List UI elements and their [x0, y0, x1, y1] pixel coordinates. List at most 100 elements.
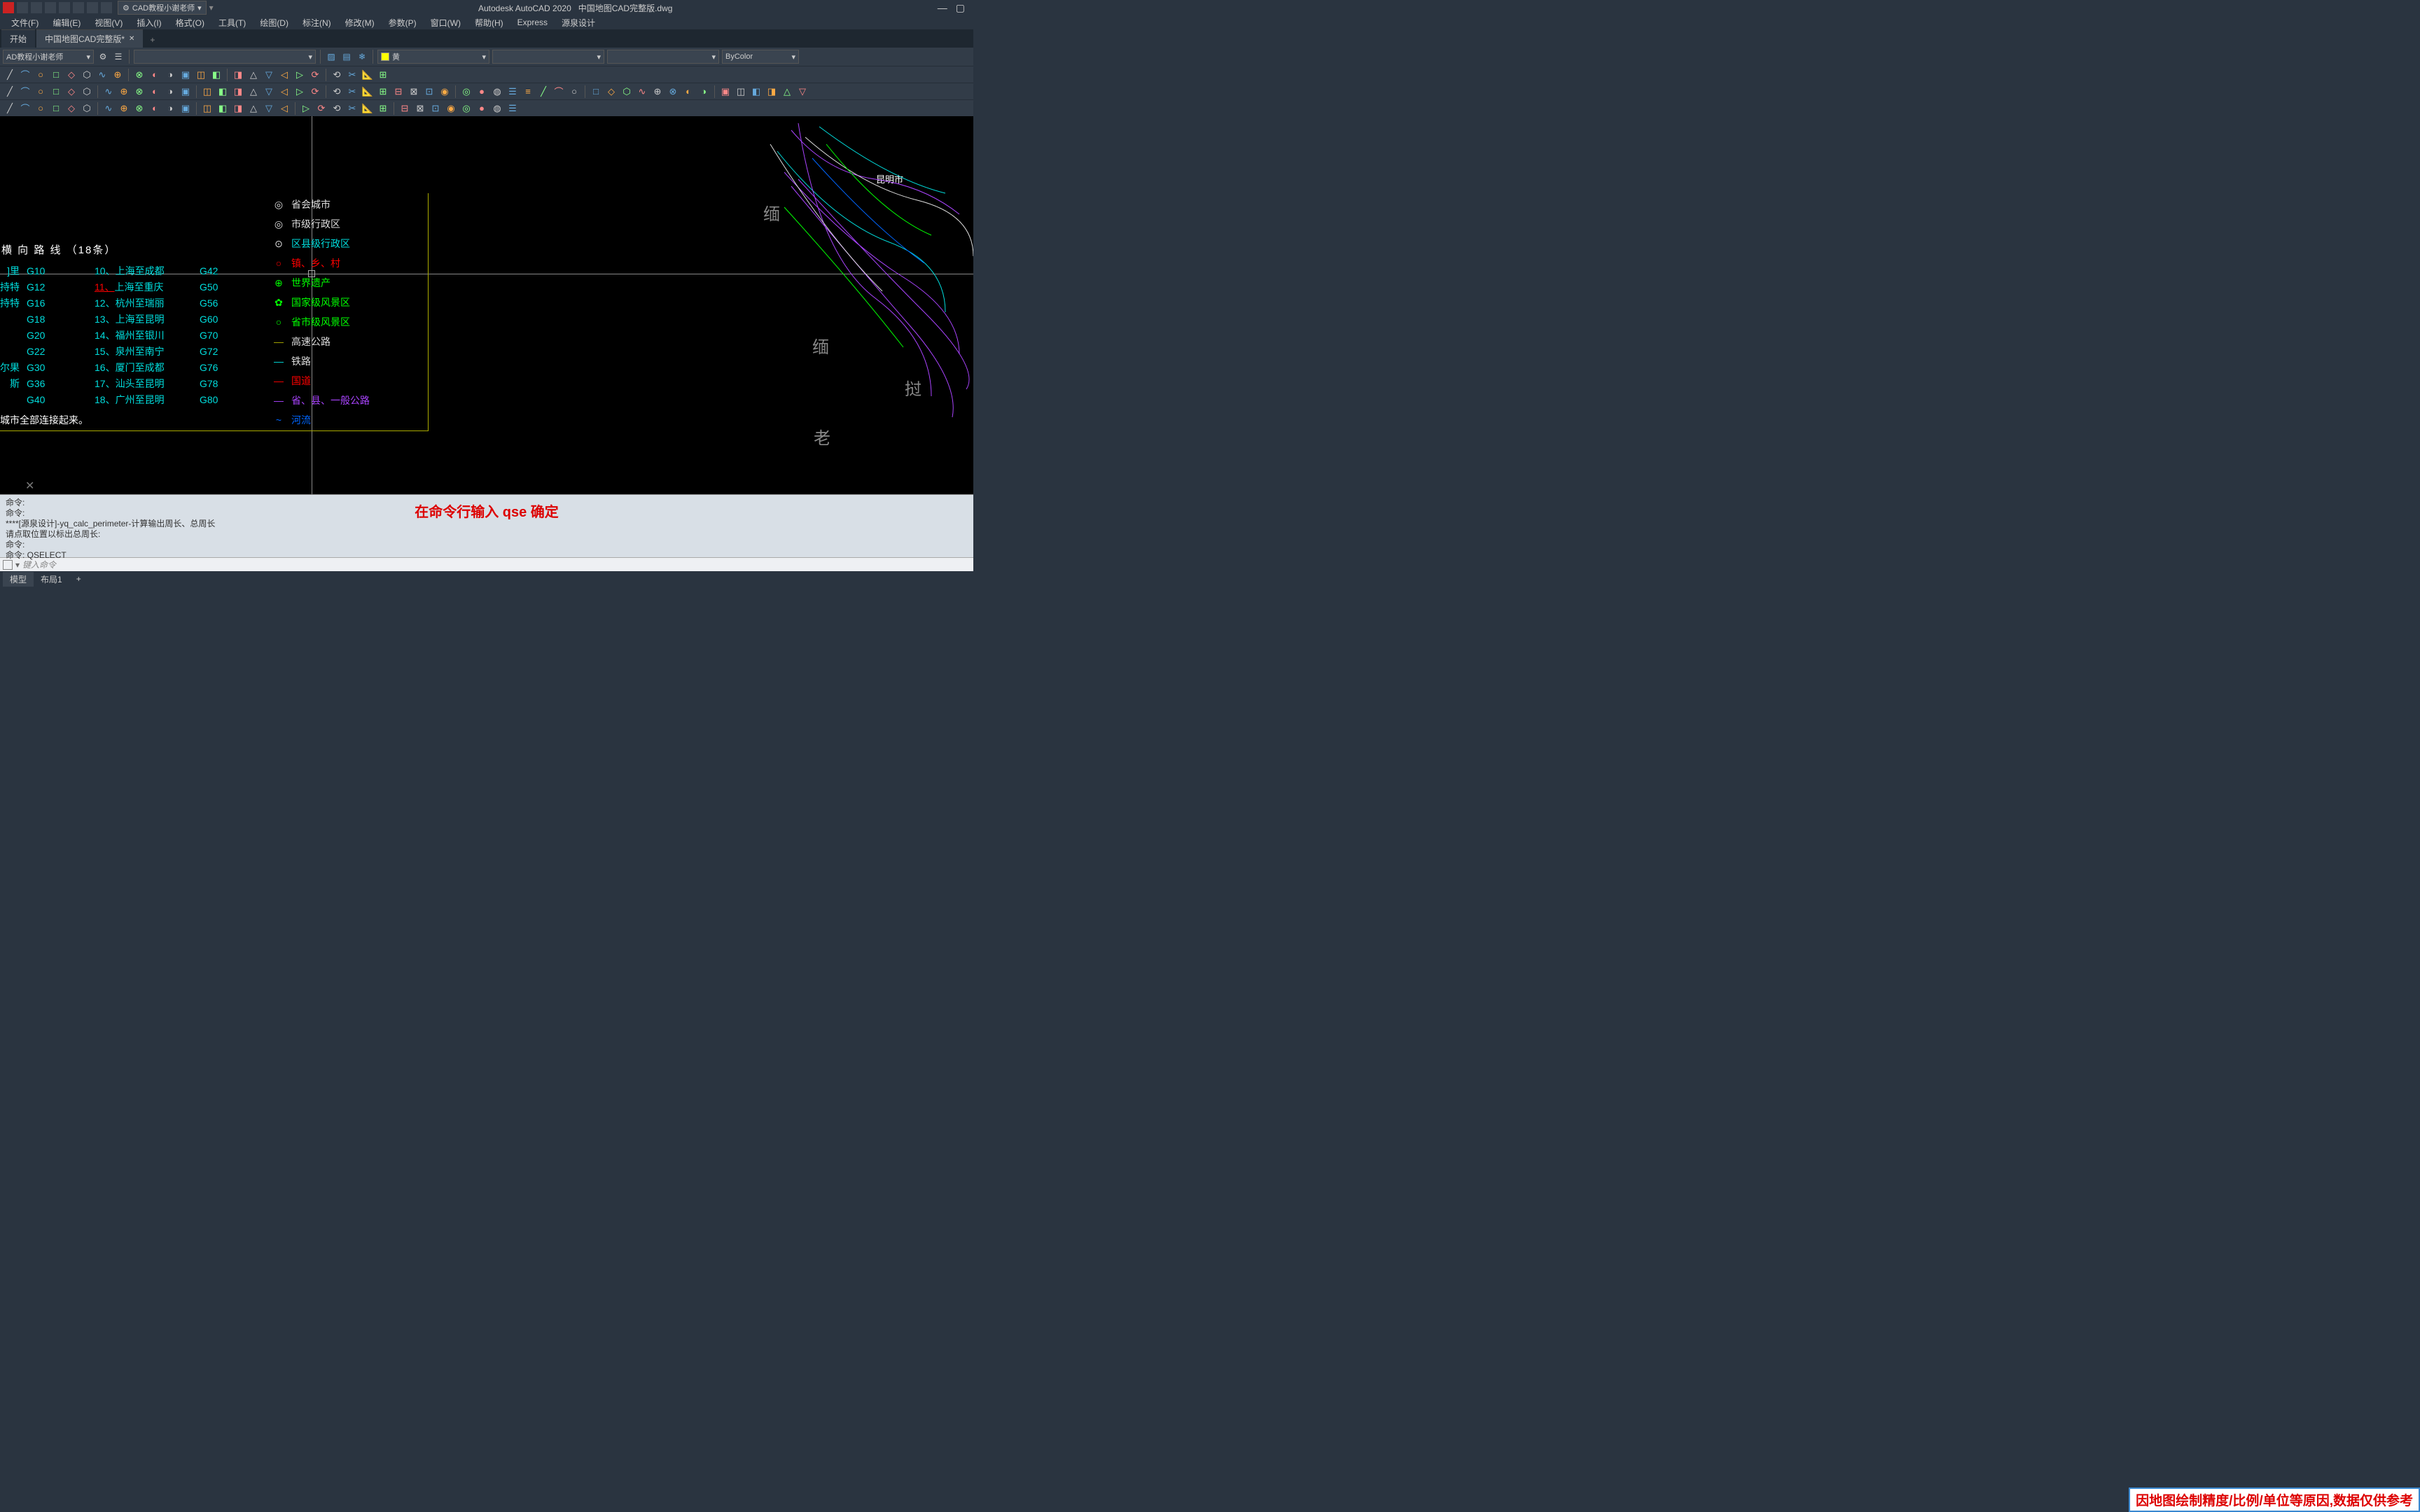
tool-icon[interactable]: △ — [246, 68, 260, 82]
tool-icon[interactable]: ⊕ — [111, 68, 125, 82]
tool-icon[interactable]: ☰ — [506, 85, 520, 99]
tool-icon[interactable]: ⊟ — [398, 102, 412, 115]
tool-icon[interactable]: ◐ — [148, 85, 162, 99]
tool-icon[interactable]: ▣ — [179, 85, 193, 99]
tool-icon[interactable]: ◎ — [459, 85, 473, 99]
tool-icon[interactable]: ○ — [34, 102, 48, 115]
tool-icon[interactable]: ⊗ — [666, 85, 680, 99]
tool-icon[interactable]: ◨ — [765, 85, 779, 99]
tool-icon[interactable]: ∿ — [95, 68, 109, 82]
tool-icon[interactable]: ◎ — [459, 102, 473, 115]
menu-item[interactable]: 绘图(D) — [254, 15, 294, 30]
tool-icon[interactable]: △ — [246, 102, 260, 115]
tool-icon[interactable]: ∿ — [635, 85, 649, 99]
tool-icon[interactable]: ╱ — [3, 85, 17, 99]
tool-icon[interactable]: ◇ — [64, 102, 78, 115]
menu-item[interactable]: 源泉设计 — [556, 15, 601, 30]
tool-icon[interactable]: ⬡ — [80, 85, 94, 99]
tool-icon[interactable]: □ — [589, 85, 603, 99]
tool-icon[interactable]: ⊞ — [376, 68, 390, 82]
tool-icon[interactable]: ◉ — [438, 85, 452, 99]
layout-tab[interactable]: 布局1 — [34, 572, 69, 587]
tool-icon[interactable]: □ — [49, 102, 63, 115]
tool-icon[interactable]: ⟲ — [330, 102, 344, 115]
drawing-canvas[interactable]: 横 向 路 线 （18条） ]里持特持特 尔果斯 G10G12G16G18G20… — [0, 116, 973, 494]
tool-icon[interactable]: ✂ — [345, 85, 359, 99]
tool-icon[interactable]: ⌒ — [18, 68, 32, 82]
chevron-down-icon[interactable]: ▾ — [15, 560, 20, 570]
tool-icon[interactable]: ◍ — [490, 102, 504, 115]
tool-icon[interactable]: ╱ — [536, 85, 550, 99]
tool-icon[interactable]: ○ — [567, 85, 581, 99]
tool-icon[interactable]: ◐ — [681, 85, 695, 99]
tool-icon[interactable]: □ — [49, 85, 63, 99]
tool-icon[interactable]: ◐ — [148, 68, 162, 82]
save-icon[interactable] — [45, 2, 56, 13]
open-icon[interactable] — [31, 2, 42, 13]
menu-item[interactable]: 文件(F) — [6, 15, 44, 30]
minimize-button[interactable]: — — [938, 2, 947, 14]
tool-icon[interactable]: ╱ — [3, 102, 17, 115]
saveas-icon[interactable] — [59, 2, 70, 13]
viewport-close-icon[interactable]: ✕ — [25, 479, 34, 493]
tool-icon[interactable]: ◁ — [277, 68, 291, 82]
tool-icon[interactable]: △ — [780, 85, 794, 99]
tool-icon[interactable]: ⟳ — [314, 102, 328, 115]
workspace-dropdown[interactable]: ⚙ CAD教程小谢老师 ▾ — [118, 1, 207, 15]
tool-icon[interactable]: ○ — [34, 85, 48, 99]
tool-icon[interactable]: ▽ — [262, 68, 276, 82]
app-icon[interactable] — [3, 2, 14, 13]
new-icon[interactable] — [17, 2, 28, 13]
tool-icon[interactable]: ⊗ — [132, 68, 146, 82]
tab-file[interactable]: 中国地图CAD完整版* ✕ — [36, 29, 143, 48]
tool-icon[interactable]: ⊡ — [422, 85, 436, 99]
menu-item[interactable]: 参数(P) — [383, 15, 422, 30]
layer-freeze-icon[interactable]: ❄ — [356, 50, 368, 63]
tool-icon[interactable]: ◧ — [209, 68, 223, 82]
tool-icon[interactable]: ◑ — [163, 85, 177, 99]
tool-icon[interactable]: ▷ — [299, 102, 313, 115]
redo-icon[interactable] — [101, 2, 112, 13]
tool-icon[interactable]: ◁ — [277, 85, 291, 99]
tool-icon[interactable]: ◫ — [200, 85, 214, 99]
menu-item[interactable]: 工具(T) — [213, 15, 251, 30]
print-icon[interactable] — [73, 2, 84, 13]
tool-icon[interactable]: ◇ — [604, 85, 618, 99]
tool-icon[interactable]: ◑ — [163, 68, 177, 82]
menu-item[interactable]: 修改(M) — [340, 15, 380, 30]
gear-icon[interactable]: ⚙ — [97, 50, 109, 63]
tool-icon[interactable]: 📐 — [361, 102, 375, 115]
tool-icon[interactable]: ⬡ — [620, 85, 634, 99]
tool-icon[interactable]: ▣ — [179, 102, 193, 115]
tool-icon[interactable]: ∿ — [102, 85, 116, 99]
layer-dropdown[interactable]: ▾ — [134, 50, 316, 64]
tool-icon[interactable]: ◍ — [490, 85, 504, 99]
tool-icon[interactable]: ● — [475, 102, 489, 115]
tool-icon[interactable]: ◧ — [749, 85, 763, 99]
tool-icon[interactable]: ⟳ — [308, 68, 322, 82]
tool-icon[interactable]: ≡ — [521, 85, 535, 99]
tab-start[interactable]: 开始 — [1, 29, 35, 48]
tool-icon[interactable]: ◐ — [148, 102, 162, 115]
tool-icon[interactable]: ⊞ — [376, 102, 390, 115]
maximize-button[interactable]: ▢ — [956, 2, 965, 14]
tool-icon[interactable]: ⊡ — [429, 102, 443, 115]
menu-item[interactable]: 视图(V) — [89, 15, 128, 30]
lineweight-combo[interactable]: ▾ — [607, 50, 719, 64]
tool-icon[interactable]: ◇ — [64, 68, 78, 82]
tool-icon[interactable]: ⊕ — [117, 102, 131, 115]
tab-add-button[interactable]: + — [143, 32, 162, 48]
tool-icon[interactable]: ▣ — [179, 68, 193, 82]
layer-states-icon[interactable]: ☰ — [112, 50, 125, 63]
tool-icon[interactable]: ◧ — [216, 85, 230, 99]
tool-icon[interactable]: ◑ — [163, 102, 177, 115]
layer-combo[interactable]: AD教程小谢老师▾ — [3, 50, 94, 64]
tool-icon[interactable]: ∿ — [102, 102, 116, 115]
tool-icon[interactable]: ◑ — [697, 85, 711, 99]
tool-icon[interactable]: ◨ — [231, 102, 245, 115]
menu-item[interactable]: 帮助(H) — [469, 15, 509, 30]
tool-icon[interactable]: ⊠ — [407, 85, 421, 99]
tool-icon[interactable]: ⌒ — [552, 85, 566, 99]
tool-icon[interactable]: ⊗ — [132, 102, 146, 115]
color-combo[interactable]: 黄▾ — [377, 50, 489, 64]
